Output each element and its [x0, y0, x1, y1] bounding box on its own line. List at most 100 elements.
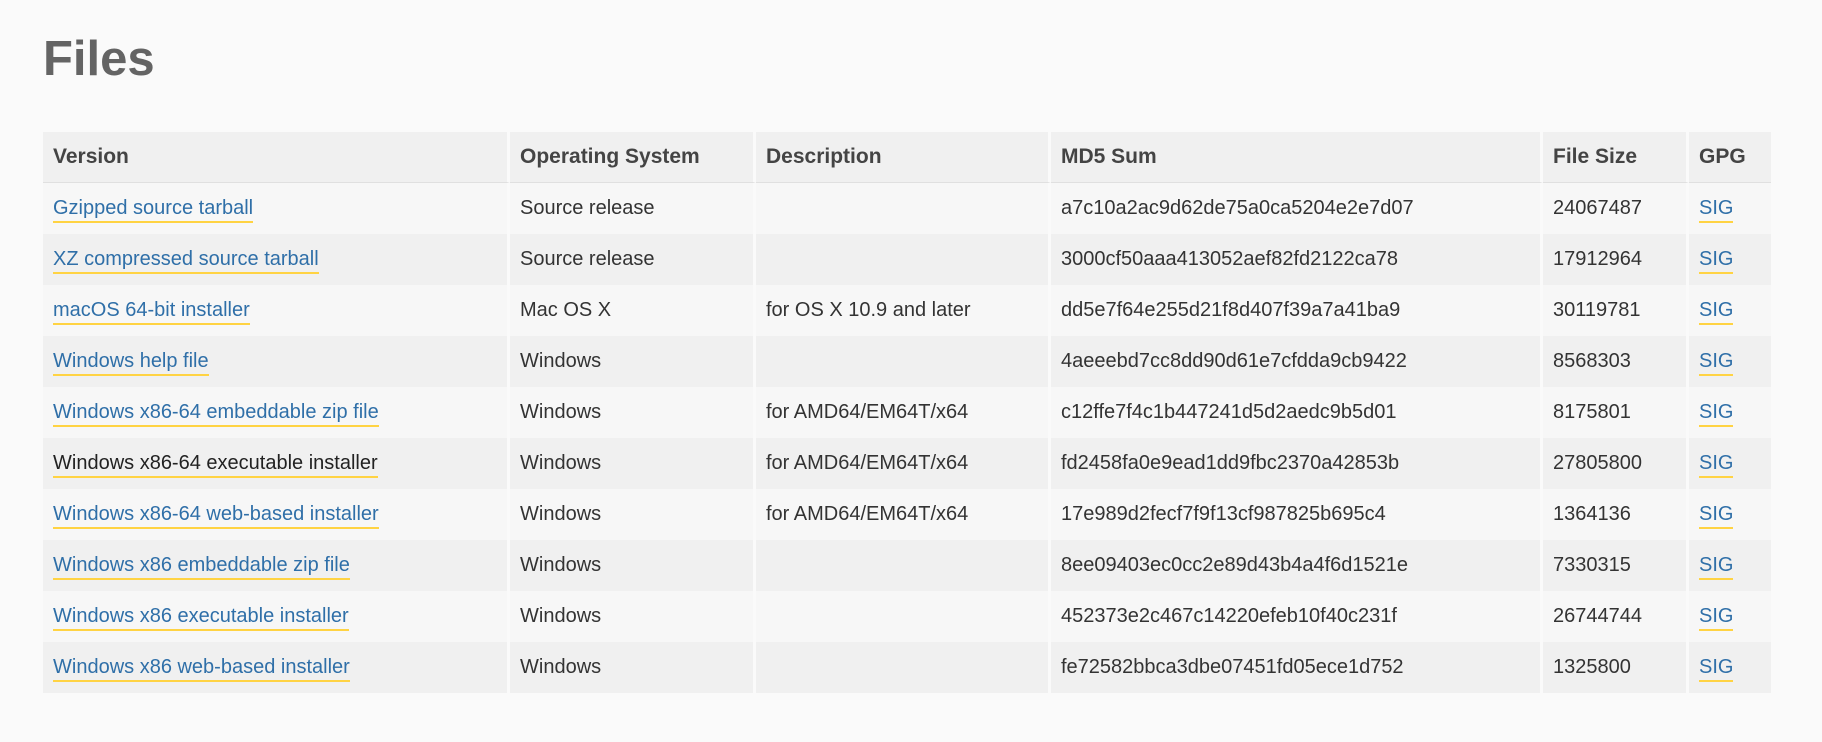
gpg-cell: SIG [1689, 642, 1771, 693]
sig-link[interactable]: SIG [1699, 350, 1734, 376]
file-size-cell: 1364136 [1543, 489, 1689, 540]
gpg-cell: SIG [1689, 489, 1771, 540]
sig-link[interactable]: SIG [1699, 401, 1734, 427]
download-link[interactable]: Windows x86-64 executable installer [53, 452, 378, 478]
download-link[interactable]: Windows x86 executable installer [53, 605, 349, 631]
version-cell: Gzipped source tarball [43, 183, 510, 234]
table-row: Windows x86-64 web-based installer Windo… [43, 489, 1771, 540]
version-cell: Windows help file [43, 336, 510, 387]
md5-cell: 17e989d2fecf7f9f13cf987825b695c4 [1051, 489, 1543, 540]
header-version: Version [43, 132, 510, 183]
gpg-cell: SIG [1689, 336, 1771, 387]
table-row: Windows help file Windows 4aeeebd7cc8dd9… [43, 336, 1771, 387]
table-row: Gzipped source tarball Source release a7… [43, 183, 1771, 234]
header-operating-system: Operating System [510, 132, 756, 183]
description-cell [756, 336, 1051, 387]
download-link[interactable]: Windows x86 web-based installer [53, 656, 350, 682]
page-title: Files [43, 32, 155, 86]
table-row: Windows x86 web-based installer Windows … [43, 642, 1771, 693]
os-cell: Windows [510, 336, 756, 387]
header-file-size: File Size [1543, 132, 1689, 183]
md5-cell: 4aeeebd7cc8dd90d61e7cfdda9cb9422 [1051, 336, 1543, 387]
gpg-cell: SIG [1689, 234, 1771, 285]
sig-link[interactable]: SIG [1699, 248, 1734, 274]
sig-link[interactable]: SIG [1699, 503, 1734, 529]
version-cell: XZ compressed source tarball [43, 234, 510, 285]
md5-cell: c12ffe7f4c1b447241d5d2aedc9b5d01 [1051, 387, 1543, 438]
gpg-cell: SIG [1689, 591, 1771, 642]
version-cell: Windows x86-64 executable installer [43, 438, 510, 489]
version-cell: Windows x86 embeddable zip file [43, 540, 510, 591]
description-cell: for AMD64/EM64T/x64 [756, 438, 1051, 489]
gpg-cell: SIG [1689, 387, 1771, 438]
description-cell: for AMD64/EM64T/x64 [756, 489, 1051, 540]
table-header-row: Version Operating System Description MD5… [43, 132, 1771, 183]
version-cell: macOS 64-bit installer [43, 285, 510, 336]
sig-link[interactable]: SIG [1699, 452, 1734, 478]
description-cell [756, 642, 1051, 693]
file-size-cell: 27805800 [1543, 438, 1689, 489]
os-cell: Windows [510, 387, 756, 438]
download-link[interactable]: macOS 64-bit installer [53, 299, 250, 325]
os-cell: Windows [510, 438, 756, 489]
description-cell: for AMD64/EM64T/x64 [756, 387, 1051, 438]
download-link[interactable]: Windows x86-64 embeddable zip file [53, 401, 379, 427]
description-cell [756, 591, 1051, 642]
table-row: macOS 64-bit installer Mac OS X for OS X… [43, 285, 1771, 336]
table-row: Windows x86 executable installer Windows… [43, 591, 1771, 642]
gpg-cell: SIG [1689, 540, 1771, 591]
md5-cell: fe72582bbca3dbe07451fd05ece1d752 [1051, 642, 1543, 693]
md5-cell: fd2458fa0e9ead1dd9fbc2370a42853b [1051, 438, 1543, 489]
description-cell [756, 183, 1051, 234]
sig-link[interactable]: SIG [1699, 656, 1734, 682]
gpg-cell: SIG [1689, 438, 1771, 489]
version-cell: Windows x86 web-based installer [43, 642, 510, 693]
file-size-cell: 24067487 [1543, 183, 1689, 234]
header-description: Description [756, 132, 1051, 183]
files-table: Version Operating System Description MD5… [43, 132, 1771, 693]
sig-link[interactable]: SIG [1699, 605, 1734, 631]
md5-cell: a7c10a2ac9d62de75a0ca5204e2e7d07 [1051, 183, 1543, 234]
download-link[interactable]: Gzipped source tarball [53, 197, 254, 223]
table-row: Windows x86-64 executable installer Wind… [43, 438, 1771, 489]
file-size-cell: 30119781 [1543, 285, 1689, 336]
os-cell: Windows [510, 591, 756, 642]
version-cell: Windows x86 executable installer [43, 591, 510, 642]
download-link[interactable]: Windows x86-64 web-based installer [53, 503, 379, 529]
os-cell: Windows [510, 540, 756, 591]
gpg-cell: SIG [1689, 285, 1771, 336]
header-md5-sum: MD5 Sum [1051, 132, 1543, 183]
os-cell: Windows [510, 642, 756, 693]
table-row: Windows x86 embeddable zip file Windows … [43, 540, 1771, 591]
file-size-cell: 7330315 [1543, 540, 1689, 591]
table-row: XZ compressed source tarball Source rele… [43, 234, 1771, 285]
md5-cell: 3000cf50aaa413052aef82fd2122ca78 [1051, 234, 1543, 285]
os-cell: Source release [510, 234, 756, 285]
files-page: Files Version Operating System Descripti… [0, 0, 1822, 742]
sig-link[interactable]: SIG [1699, 554, 1734, 580]
file-size-cell: 1325800 [1543, 642, 1689, 693]
os-cell: Source release [510, 183, 756, 234]
md5-cell: dd5e7f64e255d21f8d407f39a7a41ba9 [1051, 285, 1543, 336]
os-cell: Mac OS X [510, 285, 756, 336]
header-gpg: GPG [1689, 132, 1771, 183]
version-cell: Windows x86-64 embeddable zip file [43, 387, 510, 438]
md5-cell: 452373e2c467c14220efeb10f40c231f [1051, 591, 1543, 642]
version-cell: Windows x86-64 web-based installer [43, 489, 510, 540]
download-link[interactable]: XZ compressed source tarball [53, 248, 319, 274]
sig-link[interactable]: SIG [1699, 197, 1734, 223]
gpg-cell: SIG [1689, 183, 1771, 234]
description-cell [756, 234, 1051, 285]
md5-cell: 8ee09403ec0cc2e89d43b4a4f6d1521e [1051, 540, 1543, 591]
table-row: Windows x86-64 embeddable zip file Windo… [43, 387, 1771, 438]
description-cell [756, 540, 1051, 591]
file-size-cell: 8175801 [1543, 387, 1689, 438]
os-cell: Windows [510, 489, 756, 540]
file-size-cell: 26744744 [1543, 591, 1689, 642]
sig-link[interactable]: SIG [1699, 299, 1734, 325]
file-size-cell: 8568303 [1543, 336, 1689, 387]
download-link[interactable]: Windows help file [53, 350, 209, 376]
description-cell: for OS X 10.9 and later [756, 285, 1051, 336]
download-link[interactable]: Windows x86 embeddable zip file [53, 554, 350, 580]
file-size-cell: 17912964 [1543, 234, 1689, 285]
